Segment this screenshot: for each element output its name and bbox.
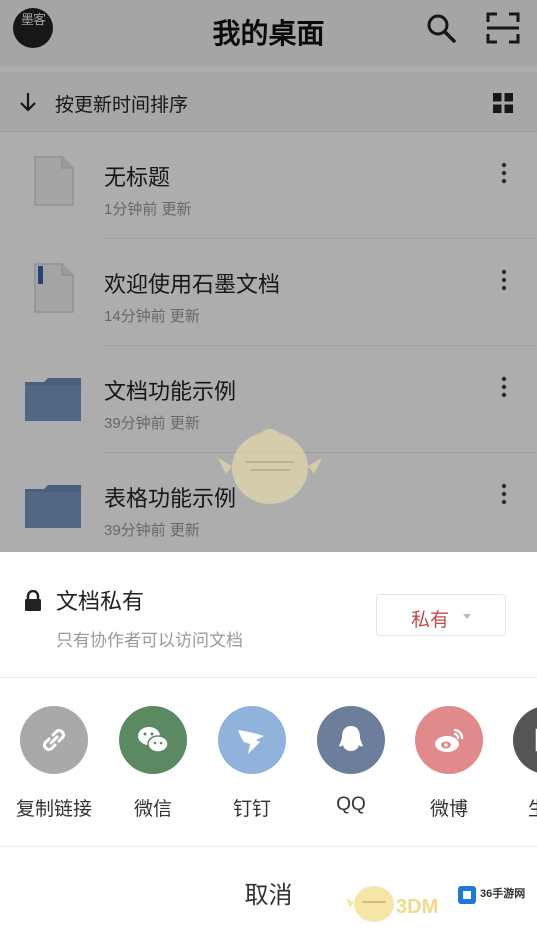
chevron-down-icon <box>463 614 471 619</box>
watermark-mascot-icon <box>218 429 322 504</box>
share-sheet: 文档私有 只有协作者可以访问文档 私有 复制链接 微信 钉钉 QQ 微博 取消 <box>0 552 537 927</box>
link-icon <box>43 729 65 751</box>
generate-icon <box>535 728 537 752</box>
share-icon-circle <box>218 706 286 774</box>
share-icon-circle <box>513 706 537 774</box>
dingtalk-icon <box>238 730 264 754</box>
share-weibo[interactable]: 微博 <box>399 706 499 826</box>
share-targets: 复制链接 微信 钉钉 QQ 微博 <box>0 678 537 846</box>
wechat-icon <box>138 727 169 753</box>
qq-icon <box>339 726 363 751</box>
watermark-logo-text: 36手游网 <box>480 888 526 900</box>
watermark-mascot-icon <box>346 886 394 922</box>
permission-title: 文档私有 <box>56 589 145 614</box>
share-copy-link[interactable]: 复制链接 <box>4 706 104 826</box>
share-icon-circle <box>317 706 385 774</box>
weibo-icon <box>435 728 464 752</box>
share-icon-circle <box>415 706 483 774</box>
permission-description: 只有协作者可以访问文档 <box>56 631 243 650</box>
share-icon-circle <box>20 706 88 774</box>
share-dingtalk[interactable]: 钉钉 <box>202 706 302 826</box>
share-label: 微博 <box>429 799 468 820</box>
share-label: 微信 <box>133 799 172 820</box>
share-qq[interactable]: QQ <box>301 706 401 826</box>
share-icon-circle <box>119 706 187 774</box>
watermark-text: 3DM <box>396 896 439 918</box>
share-label: 钉钉 <box>232 799 271 820</box>
share-generate[interactable]: 生成 <box>497 706 537 826</box>
permission-select[interactable]: 私有 <box>376 594 506 636</box>
watermark: 3DM 36手游网 <box>344 878 534 924</box>
share-label: 生成 <box>497 794 537 821</box>
permission-select-value: 私有 <box>411 610 450 631</box>
share-wechat[interactable]: 微信 <box>103 706 203 826</box>
lock-icon <box>25 590 41 611</box>
share-label: QQ <box>336 794 366 815</box>
share-label: 复制链接 <box>15 799 92 820</box>
desktop-screen: 墨客 我的桌面 按更新时间排序 无标题 1分钟前 更新 欢迎使用石墨文档 14分… <box>0 0 537 927</box>
